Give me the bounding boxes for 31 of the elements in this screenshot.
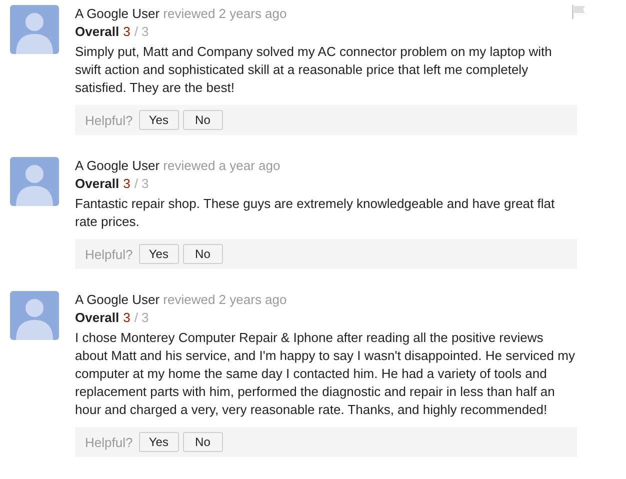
review-text: Fantastic repair shop. These guys are extremely knowledgeable and have great flat rate prices. [75, 195, 556, 231]
avatar-icon [10, 5, 59, 54]
yes-button[interactable]: Yes [138, 244, 179, 264]
author-name[interactable]: A Google User [75, 6, 160, 21]
flag-icon[interactable] [572, 5, 586, 19]
rating-score: 3 [123, 309, 130, 327]
yes-button[interactable]: Yes [138, 432, 179, 452]
review-date: reviewed 2 years ago [163, 292, 287, 307]
rating-label: Overall [75, 309, 120, 327]
yes-button[interactable]: Yes [138, 110, 179, 130]
review-text: I chose Monterey Computer Repair & Iphone after reading all the positive reviews about Matt and his service, and I'm happy to say I wasn't disappointed. He serviced my computer at my home the same day I contacted him. He had a variety of tools and replacement parts with him, performed the diagnostic and repair in less than half an hour and charged a very, very reasonable rate. Thanks, and highly recommended! [75, 329, 576, 419]
review-date: reviewed a year ago [163, 158, 280, 173]
author-name[interactable]: A Google User [75, 292, 160, 307]
review-date: reviewed 2 years ago [163, 6, 287, 21]
author-name[interactable]: A Google User [75, 158, 160, 173]
rating-max: / 3 [134, 23, 149, 41]
rating-max: / 3 [134, 175, 149, 193]
avatar-icon [10, 291, 59, 340]
helpful-label: Helpful? [85, 246, 133, 262]
helpful-label: Helpful? [85, 434, 133, 450]
rating-max: / 3 [134, 309, 149, 327]
no-button[interactable]: No [182, 432, 223, 452]
rating-label: Overall [75, 23, 120, 41]
helpful-label: Helpful? [85, 112, 133, 128]
avatar-icon [10, 157, 59, 206]
rating-score: 3 [123, 175, 130, 193]
rating-label: Overall [75, 175, 120, 193]
review-text: Simply put, Matt and Company solved my AC connector problem on my laptop with swift action and sophisticated skill at a reasonable price that left me completely satisfied. They are the best! [75, 43, 553, 97]
no-button[interactable]: No [182, 110, 223, 130]
no-button[interactable]: No [182, 244, 223, 264]
rating-score: 3 [123, 23, 130, 41]
